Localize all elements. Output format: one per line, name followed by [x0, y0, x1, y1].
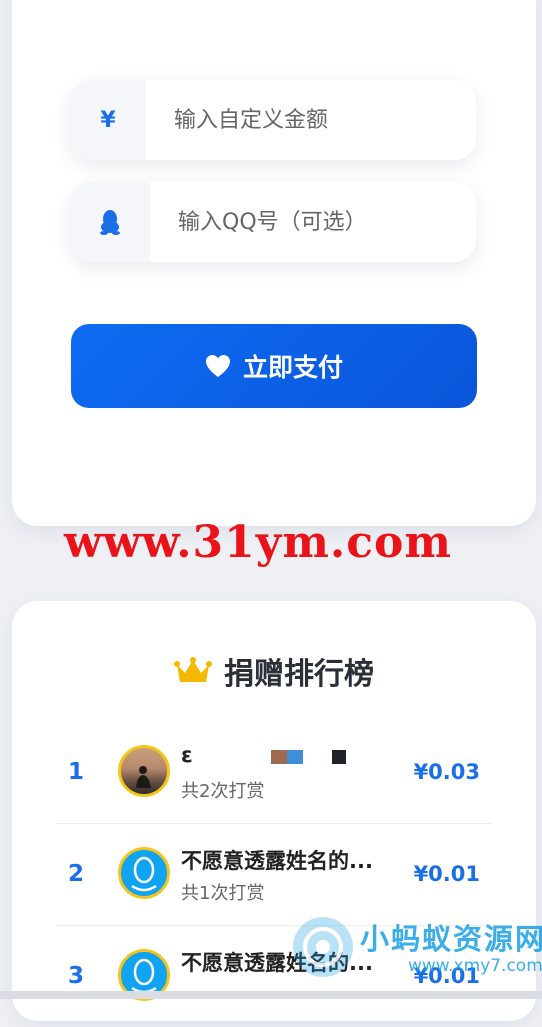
yen-icon: ¥ [70, 80, 146, 160]
qq-penguin-icon [70, 182, 150, 262]
donation-amount: ¥0.03 [413, 760, 480, 784]
rank-number: 3 [68, 963, 85, 989]
donor-name: 不愿意透露姓名的... [181, 849, 373, 873]
donation-count: 共2次打赏 [181, 781, 265, 802]
custom-amount-group: ¥ [70, 80, 476, 160]
site-watermark: www.31ym.com [64, 517, 452, 568]
brand-name: 小蚂蚁资源网 [360, 922, 542, 956]
brand-watermark: 小蚂蚁资源网 www.xmy7.com [290, 910, 542, 990]
rank-number: 1 [68, 759, 85, 785]
donation-form-card: ¥ 立即支付 [12, 0, 536, 526]
ranking-title: 捐赠排行榜 [12, 649, 536, 693]
ranking-title-text: 捐赠排行榜 [224, 657, 374, 692]
pixel-mosaic [271, 750, 303, 764]
crown-icon [174, 657, 212, 682]
pixel-mosaic [332, 750, 346, 764]
photo-avatar [118, 745, 170, 797]
pay-now-button[interactable]: 立即支付 [71, 324, 477, 408]
qq-number-input[interactable] [150, 182, 476, 262]
qq-number-group [70, 182, 476, 262]
brand-url: www.xmy7.com [408, 956, 542, 976]
heart-icon [205, 355, 230, 377]
qq-avatar [118, 847, 170, 899]
bottom-edge [0, 991, 542, 999]
custom-amount-input[interactable] [146, 80, 476, 160]
rank-number: 2 [68, 861, 85, 887]
pay-now-label: 立即支付 [242, 353, 343, 382]
donation-count: 共1次打赏 [181, 883, 265, 904]
brand-logo-icon [293, 917, 353, 977]
ranking-row[interactable]: 1 ε 共2次打赏 ¥0.03 [56, 721, 492, 824]
